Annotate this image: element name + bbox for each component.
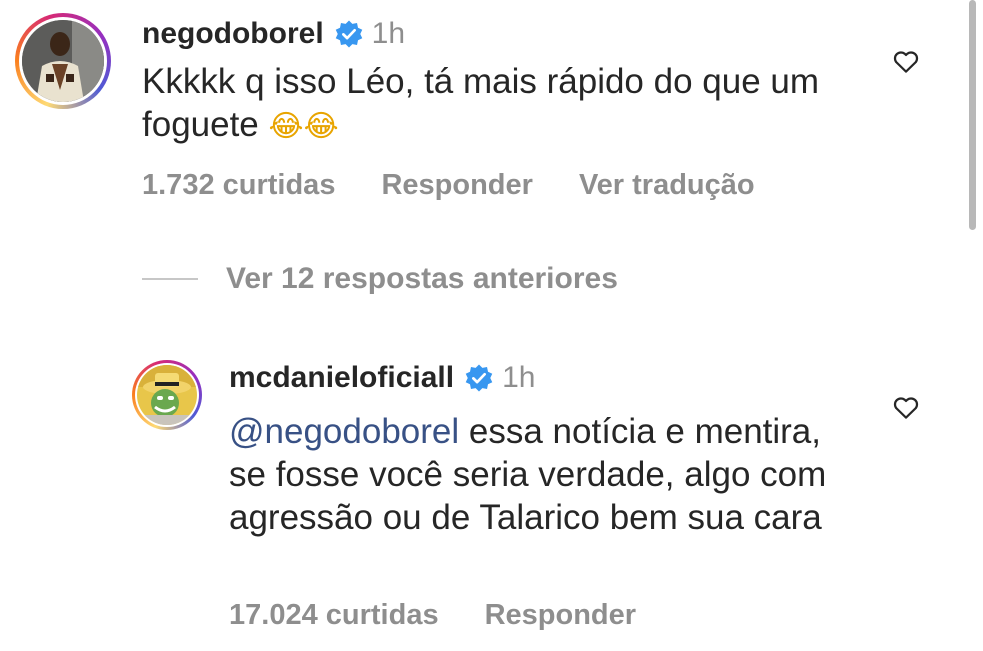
- comment-actions: 17.024 curtidas Responder: [229, 599, 636, 632]
- comment-header: negodoborel 1h: [142, 16, 405, 52]
- verified-badge-icon: [465, 364, 493, 392]
- avatar[interactable]: [15, 13, 111, 109]
- comment-text: @negodoborel essa notícia e mentira, se …: [229, 410, 829, 539]
- comment-body: Kkkkk q isso Léo, tá mais rápido do que …: [142, 62, 820, 144]
- mention-link[interactable]: @negodoborel: [229, 412, 459, 451]
- username-link[interactable]: negodoborel: [142, 16, 324, 52]
- emoji: 😂😂: [268, 109, 339, 144]
- view-replies-button[interactable]: Ver 12 respostas anteriores: [142, 262, 618, 296]
- timestamp[interactable]: 1h: [372, 16, 405, 52]
- likes-count[interactable]: 17.024 curtidas: [229, 599, 439, 632]
- verified-badge-icon: [335, 20, 362, 48]
- comment-actions: 1.732 curtidas Responder Ver tradução: [142, 169, 755, 202]
- view-replies-label: Ver 12 respostas anteriores: [226, 262, 618, 295]
- username-link[interactable]: mcdanieloficiall: [229, 360, 454, 396]
- avatar-photo: [22, 20, 104, 102]
- heart-icon[interactable]: [890, 392, 922, 422]
- timestamp[interactable]: 1h: [502, 360, 535, 396]
- reply-button[interactable]: Responder: [381, 169, 532, 202]
- avatar-photo: [137, 365, 197, 425]
- divider: [142, 278, 198, 280]
- likes-count[interactable]: 1.732 curtidas: [142, 169, 335, 202]
- translate-button[interactable]: Ver tradução: [579, 169, 755, 202]
- scrollbar[interactable]: [969, 0, 976, 230]
- reply-button[interactable]: Responder: [485, 599, 636, 632]
- comment-header: mcdanieloficiall 1h: [229, 360, 535, 396]
- avatar[interactable]: [132, 360, 202, 430]
- comment-text: Kkkkk q isso Léo, tá mais rápido do que …: [142, 60, 842, 148]
- heart-icon[interactable]: [890, 46, 922, 76]
